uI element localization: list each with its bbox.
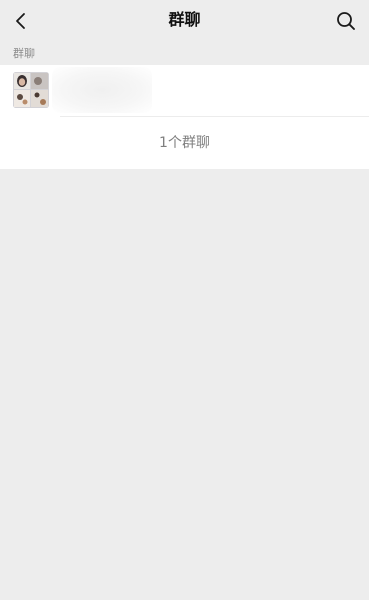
group-list: 1个群聊: [0, 65, 369, 169]
back-button[interactable]: [6, 6, 36, 36]
chevron-left-icon: [16, 13, 25, 29]
blurred-group-name: [52, 67, 152, 113]
group-avatar: [13, 72, 49, 108]
search-icon: [337, 12, 355, 30]
group-avatar-image: [13, 72, 49, 108]
nav-bar: 群聊: [0, 0, 369, 44]
search-button[interactable]: [331, 6, 361, 36]
group-chat-item[interactable]: [0, 65, 369, 117]
group-count-label: 1个群聊: [0, 117, 369, 169]
page-title: 群聊: [168, 10, 201, 29]
section-header: 群聊: [13, 47, 35, 60]
row-divider: [60, 116, 369, 117]
